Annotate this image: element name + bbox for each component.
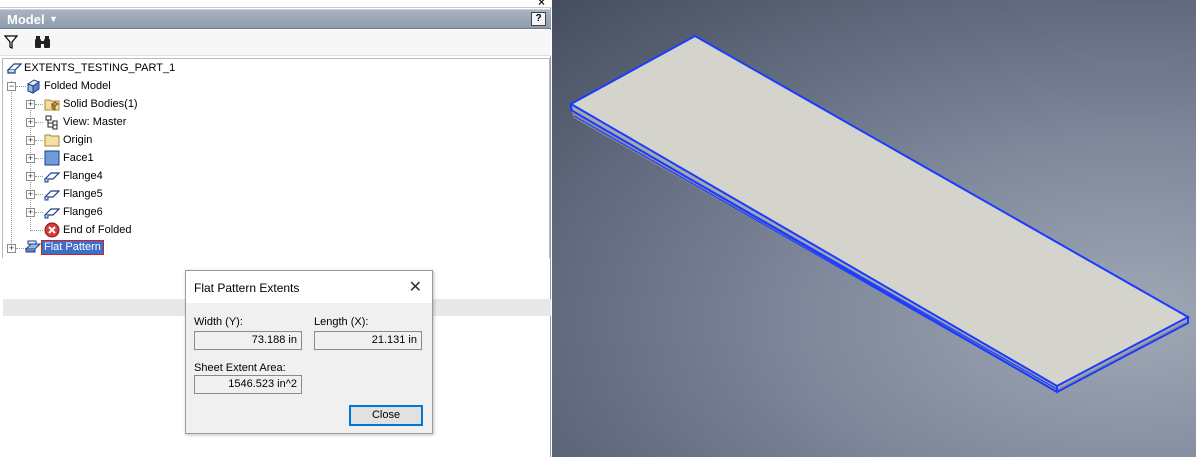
expand-icon[interactable]: + [26, 136, 35, 145]
sheet-metal-plate-model[interactable] [552, 0, 1196, 457]
view-icon [45, 115, 58, 130]
tree-item-label: Flange4 [63, 170, 103, 182]
tree-item-label: Flange5 [63, 188, 103, 200]
area-field[interactable]: 1546.523 in^2 [194, 375, 302, 394]
close-button[interactable]: Close [349, 405, 423, 426]
model-tree: EXTENTS_TESTING_PART_1 − Folded Model + … [2, 58, 551, 316]
tree-item-face1[interactable]: + Face1 [3, 149, 549, 167]
tree-item-folded-model[interactable]: − Folded Model [3, 77, 549, 95]
tree-item-flange4[interactable]: + Flange4 [3, 167, 549, 185]
chevron-down-icon[interactable]: ▼ [49, 14, 58, 24]
tree-item-label: EXTENTS_TESTING_PART_1 [24, 62, 176, 74]
solid-bodies-folder-icon [44, 99, 60, 111]
expand-icon[interactable]: + [26, 172, 35, 181]
collapse-icon[interactable]: − [7, 82, 16, 91]
expand-icon[interactable]: + [26, 190, 35, 199]
tree-item-flange6[interactable]: + Flange6 [3, 203, 549, 221]
end-of-part-icon [44, 222, 60, 238]
tree-item-label: Flange6 [63, 206, 103, 218]
model-browser-panel: × Model ▼ ? EXTENTS_TESTING_PART_1 − Fol… [0, 0, 551, 457]
flange-icon [44, 172, 60, 183]
tree-item-origin[interactable]: + Origin [3, 131, 549, 149]
length-field[interactable]: 21.131 in [314, 331, 422, 350]
tree-item-label-selected[interactable]: Flat Pattern [41, 240, 104, 255]
tree-item-flange5[interactable]: + Flange5 [3, 185, 549, 203]
browser-titlebar[interactable]: Model ▼ ? [0, 9, 551, 29]
folded-model-icon [26, 79, 41, 94]
graphics-viewport[interactable] [552, 0, 1196, 457]
sheet-metal-part-icon [6, 63, 22, 74]
area-label: Sheet Extent Area: [194, 362, 286, 374]
plate-top-face[interactable] [568, 34, 1191, 388]
browser-toolbar [0, 30, 551, 56]
filter-icon[interactable] [4, 35, 18, 49]
browser-title[interactable]: Model [7, 12, 45, 27]
tree-item-label: Folded Model [44, 80, 111, 92]
folder-icon [44, 134, 60, 147]
width-field[interactable]: 73.188 in [194, 331, 302, 350]
flange-icon [44, 190, 60, 201]
tree-item-solid-bodies[interactable]: + Solid Bodies(1) [3, 95, 549, 113]
flat-pattern-icon [25, 240, 41, 253]
tree-item-label: Solid Bodies(1) [63, 98, 138, 110]
tree-item-label: Face1 [63, 152, 94, 164]
expand-icon[interactable]: + [26, 154, 35, 163]
expand-icon[interactable]: + [26, 118, 35, 127]
tree-item-label: Origin [63, 134, 93, 146]
flange-icon [44, 208, 60, 219]
help-icon[interactable]: ? [531, 12, 546, 26]
close-icon[interactable]: × [538, 0, 545, 8]
close-icon[interactable]: ✕ [409, 277, 422, 297]
expand-icon[interactable]: + [26, 208, 35, 217]
face-icon [44, 150, 60, 166]
tree-item-part[interactable]: EXTENTS_TESTING_PART_1 [3, 59, 549, 77]
binoculars-icon[interactable] [34, 35, 51, 49]
top-strip: × [0, 0, 551, 8]
tree-item-label: View: Master [63, 116, 127, 128]
length-label: Length (X): [314, 316, 369, 328]
tree-item-label: End of Folded [63, 224, 132, 236]
expand-icon[interactable]: + [26, 100, 35, 109]
tree-item-end-of-folded[interactable]: End of Folded [3, 221, 549, 239]
flat-pattern-extents-dialog: Flat Pattern Extents ✕ Width (Y): 73.188… [185, 270, 433, 434]
dialog-titlebar: Flat Pattern Extents ✕ [186, 271, 432, 303]
width-label: Width (Y): [194, 316, 243, 328]
tree-item-view-master[interactable]: + View: Master [3, 113, 549, 131]
expand-icon[interactable]: + [7, 244, 16, 253]
dialog-title: Flat Pattern Extents [194, 281, 300, 295]
